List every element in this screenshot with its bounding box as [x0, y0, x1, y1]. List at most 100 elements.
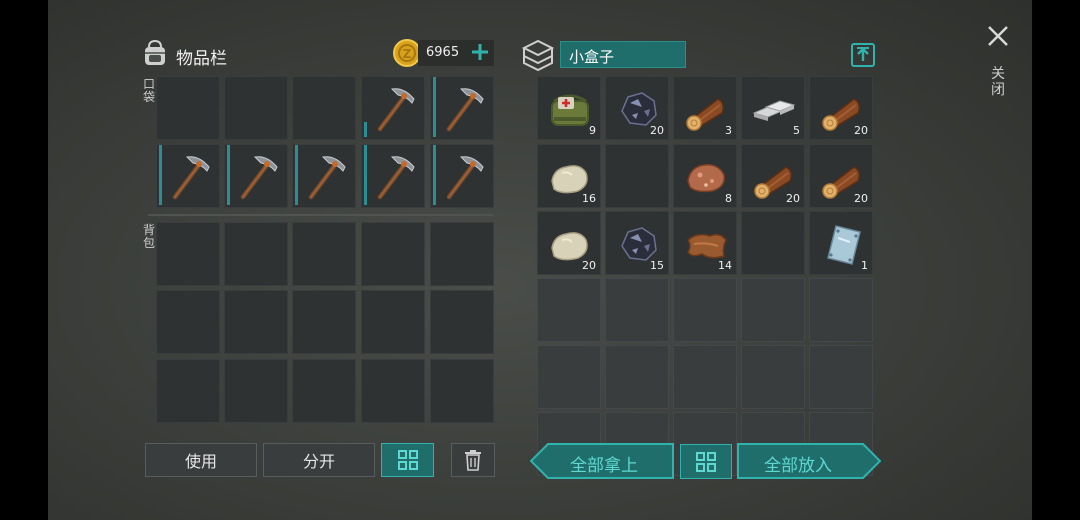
backpack-slot[interactable] [224, 359, 288, 423]
backpack-slot[interactable] [361, 290, 425, 354]
container-slot[interactable] [741, 345, 805, 409]
pocket-slot[interactable] [224, 144, 288, 208]
container-slot[interactable] [741, 278, 805, 342]
container-slot[interactable] [605, 345, 669, 409]
item-quantity: 20 [786, 192, 800, 205]
split-button[interactable]: 分开 [263, 443, 375, 477]
left-black-bar [0, 0, 48, 520]
backpack-slot[interactable] [224, 222, 288, 286]
container-slot[interactable]: 15 [605, 211, 669, 275]
section-divider [148, 214, 494, 216]
put-all-label: 全部放入 [764, 456, 832, 476]
upload-icon[interactable] [850, 42, 876, 68]
take-all-label: 全部拿上 [570, 456, 638, 476]
backpack-slot[interactable] [430, 290, 494, 354]
pickaxe-icon [240, 156, 278, 200]
pocket-slot[interactable] [361, 144, 425, 208]
container-slot[interactable] [673, 345, 737, 409]
pocket-slot[interactable] [156, 144, 220, 208]
durability-bar [364, 122, 367, 137]
backpack-slot[interactable] [224, 290, 288, 354]
container-name-field[interactable]: 小盒子 [560, 41, 686, 68]
add-currency-button[interactable] [470, 42, 490, 62]
durability-bar [159, 145, 162, 205]
pocket-slot[interactable] [430, 144, 494, 208]
pocket-slot[interactable] [156, 76, 220, 140]
backpack-slot[interactable] [292, 359, 356, 423]
item-quantity: 8 [725, 192, 732, 205]
container-slot[interactable]: 20 [809, 76, 873, 140]
pickaxe-icon [172, 156, 210, 200]
container-slot[interactable] [537, 345, 601, 409]
pocket-slot[interactable] [292, 76, 356, 140]
durability-bar [433, 77, 436, 137]
item-quantity: 9 [589, 124, 596, 137]
pickaxe-icon [446, 88, 484, 132]
container-slot[interactable]: 5 [741, 76, 805, 140]
backpack-slot[interactable] [430, 359, 494, 423]
durability-bar [295, 145, 298, 205]
container-slot[interactable]: 20 [741, 144, 805, 208]
item-quantity: 16 [582, 192, 596, 205]
right-black-bar [1032, 0, 1080, 520]
container-slot[interactable] [741, 211, 805, 275]
container-slot[interactable] [809, 345, 873, 409]
pocket-slot[interactable] [361, 76, 425, 140]
close-label[interactable]: 关闭 [990, 66, 1006, 98]
container-slot[interactable]: 3 [673, 76, 737, 140]
container-slot[interactable]: 16 [537, 144, 601, 208]
item-quantity: 20 [854, 192, 868, 205]
container-name: 小盒子 [569, 48, 615, 66]
pickaxe-icon [308, 156, 346, 200]
pickaxe-icon [377, 88, 415, 132]
trash-icon [465, 450, 481, 471]
svg-text:Z: Z [403, 47, 412, 61]
backpack-slot[interactable] [156, 359, 220, 423]
inventory-title: 物品栏 [176, 49, 227, 69]
item-quantity: 14 [718, 259, 732, 272]
backpack-slot[interactable] [156, 222, 220, 286]
container-slot[interactable] [537, 278, 601, 342]
item-quantity: 5 [793, 124, 800, 137]
take-all-button[interactable]: 全部拿上 [530, 443, 674, 479]
container-slot[interactable] [605, 278, 669, 342]
container-slot[interactable] [673, 278, 737, 342]
container-slot[interactable]: 20 [537, 211, 601, 275]
container-slot[interactable]: 1 [809, 211, 873, 275]
sort-container-button[interactable] [680, 444, 732, 479]
currency-amount: 6965 [426, 45, 460, 60]
durability-bar [364, 145, 367, 205]
trash-button[interactable] [451, 443, 495, 477]
close-icon[interactable] [986, 24, 1010, 48]
pickaxe-icon [446, 156, 484, 200]
grid-icon [397, 450, 418, 470]
item-quantity: 20 [582, 259, 596, 272]
pocket-slot[interactable] [430, 76, 494, 140]
item-quantity: 20 [854, 124, 868, 137]
pocket-slot[interactable] [292, 144, 356, 208]
item-quantity: 15 [650, 259, 664, 272]
durability-bar [433, 145, 436, 205]
backpack-slot[interactable] [292, 290, 356, 354]
durability-bar [227, 145, 230, 205]
backpack-slot[interactable] [156, 290, 220, 354]
container-slot[interactable]: 9 [537, 76, 601, 140]
backpack-slot[interactable] [292, 222, 356, 286]
use-button[interactable]: 使用 [145, 443, 257, 477]
container-slot[interactable]: 14 [673, 211, 737, 275]
pocket-label: 口袋 [142, 77, 155, 104]
backpack-slot[interactable] [361, 222, 425, 286]
backpack-slot[interactable] [361, 359, 425, 423]
put-all-button[interactable]: 全部放入 [737, 443, 881, 479]
container-slot[interactable]: 20 [605, 76, 669, 140]
container-slot[interactable] [809, 278, 873, 342]
backpack-slot[interactable] [430, 222, 494, 286]
container-slot[interactable]: 20 [809, 144, 873, 208]
sort-inventory-button[interactable] [381, 443, 434, 477]
pocket-slot[interactable] [224, 76, 288, 140]
container-slot[interactable]: 8 [673, 144, 737, 208]
pickaxe-icon [377, 156, 415, 200]
container-slot[interactable] [605, 144, 669, 208]
item-quantity: 1 [861, 259, 868, 272]
item-quantity: 20 [650, 124, 664, 137]
